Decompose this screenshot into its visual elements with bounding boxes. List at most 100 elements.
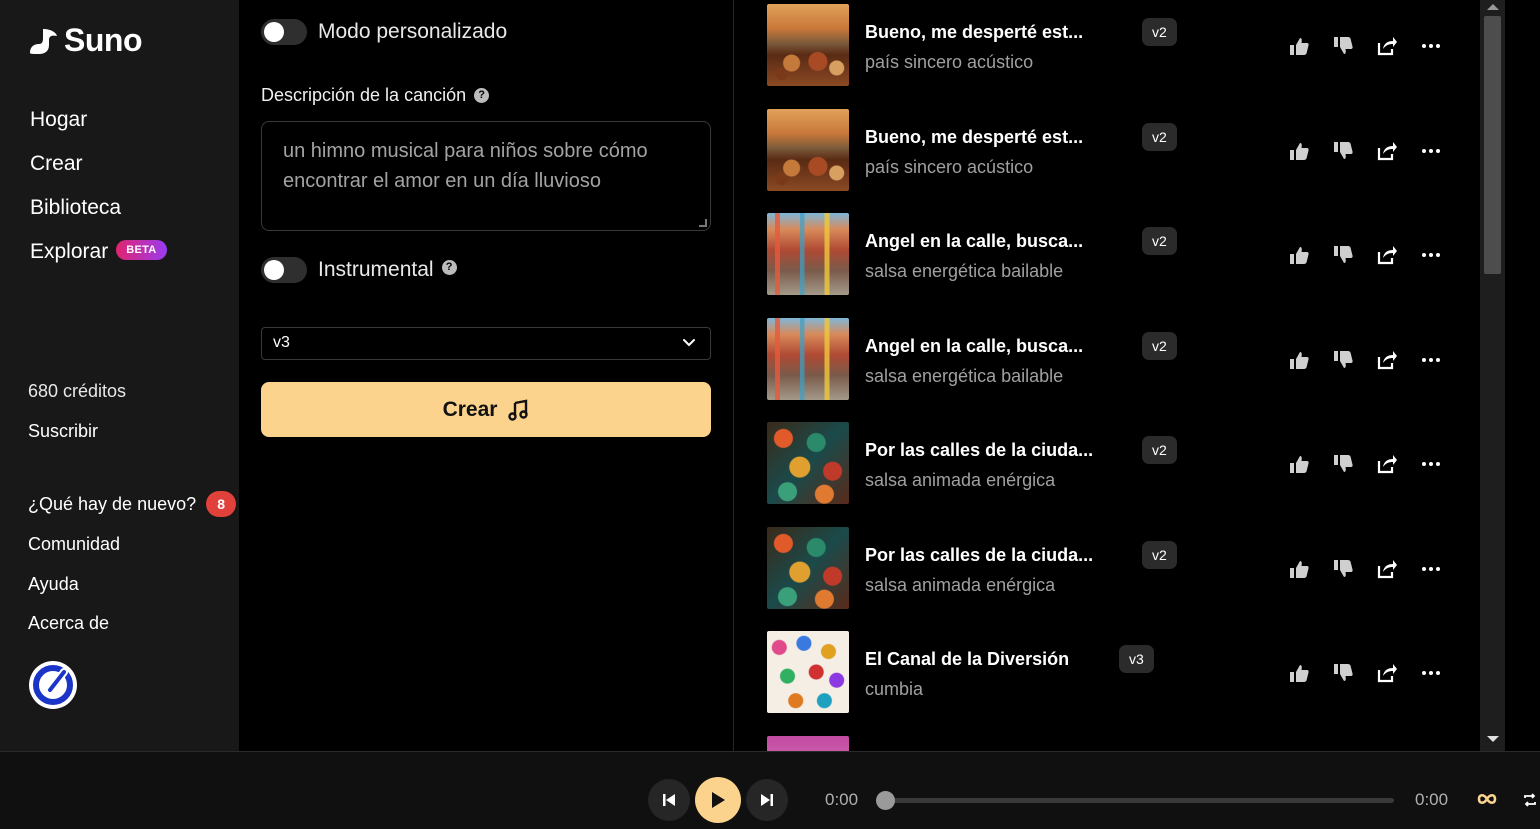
song-title[interactable]: Bueno, me desperté est...	[865, 22, 1083, 43]
share-button[interactable]	[1375, 139, 1399, 163]
like-button[interactable]	[1287, 34, 1311, 58]
song-title[interactable]: Angel en la calle, busca...	[865, 336, 1083, 357]
dislike-button[interactable]	[1331, 34, 1355, 58]
song-style-tags[interactable]: salsa energética bailable	[865, 261, 1063, 282]
share-button[interactable]	[1375, 452, 1399, 476]
nav-explore-label: Explorar	[30, 240, 109, 263]
like-button[interactable]	[1287, 243, 1311, 267]
share-button[interactable]	[1375, 243, 1399, 267]
help-icon[interactable]: ?	[441, 259, 457, 275]
dislike-button[interactable]	[1331, 661, 1355, 685]
song-row[interactable]: Angel en la calle, busca... v2 salsa energ…	[767, 213, 1477, 297]
song-style-tags[interactable]: salsa animada enérgica	[865, 470, 1055, 491]
song-style-tags[interactable]: salsa animada enérgica	[865, 575, 1055, 596]
thumbs-down-icon	[1334, 142, 1353, 159]
instrumental-toggle[interactable]	[261, 257, 307, 283]
create-button[interactable]: Crear	[261, 382, 711, 437]
whats-new-link[interactable]: ¿Qué hay de nuevo? 8	[28, 491, 237, 518]
scroll-down-arrow-icon[interactable]	[1487, 736, 1499, 742]
song-cover-image[interactable]	[767, 213, 849, 295]
skip-previous-icon	[663, 794, 675, 806]
more-options-button[interactable]	[1419, 34, 1443, 58]
song-row[interactable]: Angel en la calle, busca... v2 salsa energ…	[767, 318, 1477, 402]
song-cover-image[interactable]	[767, 736, 849, 751]
duration-time: 0:00	[1415, 790, 1449, 809]
song-row[interactable]: Por las calles de la ciuda... v2 salsa ani…	[767, 527, 1477, 611]
thumbs-down-icon	[1334, 37, 1353, 54]
more-options-button[interactable]	[1419, 452, 1443, 476]
suno-logo[interactable]: Suno	[28, 22, 142, 59]
nav-home[interactable]: Hogar	[30, 108, 87, 132]
like-button[interactable]	[1287, 452, 1311, 476]
thumbs-down-icon	[1334, 664, 1353, 681]
play-button[interactable]	[695, 777, 741, 823]
share-icon	[1377, 142, 1397, 161]
song-style-tags[interactable]: país sincero acústico	[865, 52, 1033, 73]
next-track-button[interactable]	[746, 779, 788, 821]
share-button[interactable]	[1375, 34, 1399, 58]
like-button[interactable]	[1287, 139, 1311, 163]
progress-knob[interactable]	[876, 791, 895, 810]
song-title[interactable]: El Canal de la Diversión	[865, 649, 1069, 670]
more-options-button[interactable]	[1419, 243, 1443, 267]
share-button[interactable]	[1375, 557, 1399, 581]
dislike-button[interactable]	[1331, 557, 1355, 581]
thumbs-up-icon	[1290, 665, 1309, 682]
dislike-button[interactable]	[1331, 348, 1355, 372]
song-row[interactable]: Bueno, me desperté est... v2 país sincero …	[767, 109, 1477, 193]
thumbs-down-icon	[1334, 455, 1353, 472]
like-button[interactable]	[1287, 661, 1311, 685]
song-row[interactable]: El Canal de la Diversión v3 cumbia	[767, 631, 1477, 715]
like-button[interactable]	[1287, 557, 1311, 581]
song-row[interactable]: Por las calles de la ciuda... v2 salsa ani…	[767, 422, 1477, 506]
community-link[interactable]: Comunidad	[28, 534, 120, 555]
song-title[interactable]: Angel en la calle, busca...	[865, 231, 1083, 252]
song-title[interactable]: Por las calles de la ciuda...	[865, 440, 1093, 461]
help-icon[interactable]: ?	[474, 87, 490, 103]
repeat-icon[interactable]	[1522, 792, 1538, 808]
dislike-button[interactable]	[1331, 139, 1355, 163]
notification-count-badge: 8	[206, 491, 237, 517]
song-cover-image[interactable]	[767, 109, 849, 191]
song-style-tags[interactable]: país sincero acústico	[865, 157, 1033, 178]
like-button[interactable]	[1287, 348, 1311, 372]
song-row[interactable]: Bueno, me desperté est... v2 país sincero …	[767, 4, 1477, 88]
song-cover-image[interactable]	[767, 4, 849, 86]
profile-avatar-icon[interactable]	[28, 660, 78, 710]
model-version-badge: v2	[1142, 18, 1177, 46]
song-cover-image[interactable]	[767, 318, 849, 400]
dislike-button[interactable]	[1331, 452, 1355, 476]
more-options-button[interactable]	[1419, 557, 1443, 581]
resize-handle-icon[interactable]	[699, 219, 707, 227]
share-button[interactable]	[1375, 348, 1399, 372]
about-link[interactable]: Acerca de	[28, 613, 109, 634]
song-cover-image[interactable]	[767, 422, 849, 504]
nav-create[interactable]: Crear	[30, 152, 83, 176]
model-version-select[interactable]: v3	[261, 327, 711, 360]
song-cover-image[interactable]	[767, 527, 849, 609]
loop-infinity-icon[interactable]	[1476, 792, 1498, 806]
song-style-tags[interactable]: salsa energética bailable	[865, 366, 1063, 387]
dislike-button[interactable]	[1331, 243, 1355, 267]
more-options-button[interactable]	[1419, 661, 1443, 685]
more-options-button[interactable]	[1419, 139, 1443, 163]
more-options-button[interactable]	[1419, 348, 1443, 372]
subscribe-link[interactable]: Suscribir	[28, 421, 98, 442]
scroll-up-arrow-icon[interactable]	[1487, 4, 1499, 10]
song-style-tags[interactable]: cumbia	[865, 679, 923, 700]
progress-track[interactable]	[886, 798, 1394, 803]
song-title[interactable]: Por las calles de la ciuda...	[865, 545, 1093, 566]
nav-explore[interactable]: Explorar BETA	[30, 240, 167, 264]
more-options-icon	[1422, 149, 1440, 153]
help-link[interactable]: Ayuda	[28, 574, 79, 595]
scrollbar[interactable]	[1480, 0, 1505, 751]
share-button[interactable]	[1375, 661, 1399, 685]
scrollbar-thumb[interactable]	[1484, 16, 1501, 274]
song-description-input[interactable]: un himno musical para niños sobre cómo e…	[261, 121, 711, 231]
song-cover-image[interactable]	[767, 631, 849, 713]
nav-library[interactable]: Biblioteca	[30, 196, 121, 220]
song-title[interactable]: Bueno, me desperté est...	[865, 127, 1083, 148]
previous-track-button[interactable]	[648, 779, 690, 821]
custom-mode-toggle[interactable]	[261, 19, 307, 45]
thumbs-up-icon	[1290, 247, 1309, 264]
